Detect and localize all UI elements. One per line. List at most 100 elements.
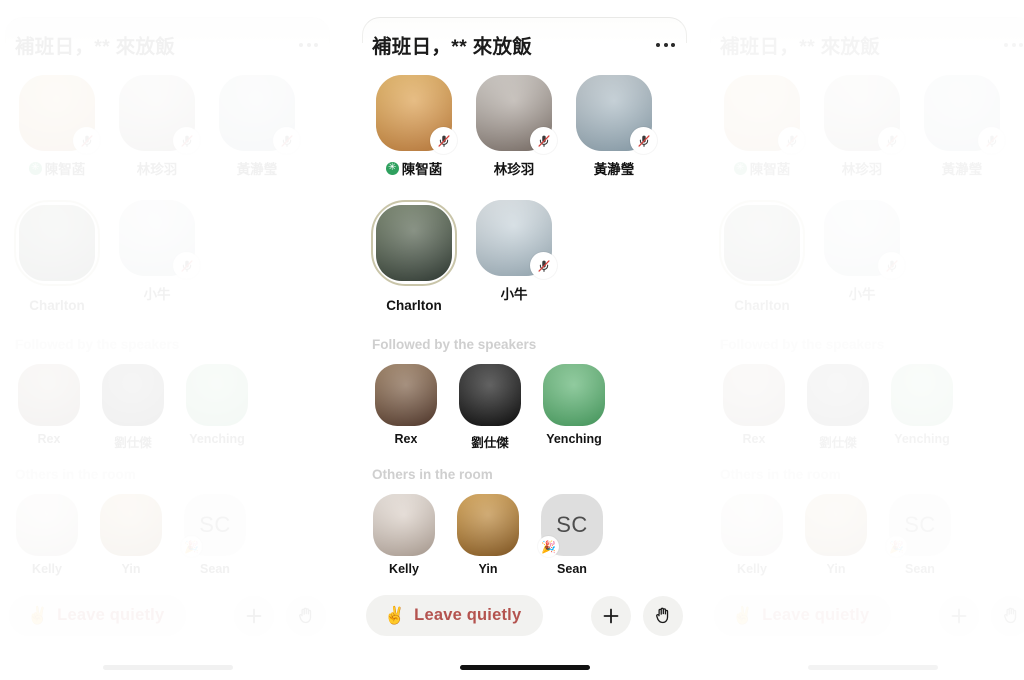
avatar-image [376, 205, 452, 281]
user-name-text: Charlton [386, 298, 442, 313]
user-name: Charlton [29, 298, 85, 313]
avatar-image [102, 364, 164, 426]
avatar [18, 364, 80, 426]
mic-muted-badge [878, 127, 905, 154]
more-horizontal-icon[interactable] [654, 37, 677, 53]
home-indicator [459, 665, 590, 670]
background-panel-right: 補班日，** 來放飯 ✳陳智菡 林珍羽 黃瀞瑩 Charlton 小牛 Followed… [700, 0, 1024, 680]
avatar-photo [723, 364, 785, 426]
user-cell[interactable]: Yenching [538, 364, 610, 451]
user-cell[interactable]: Kelly [13, 494, 81, 576]
user-name: 劉仕傑 [114, 432, 152, 451]
home-indicator-left [102, 665, 233, 670]
user-cell[interactable]: Yin [97, 494, 165, 576]
mic-muted-icon [180, 259, 193, 272]
user-cell[interactable]: Yenching [181, 364, 253, 451]
user-cell[interactable]: 劉仕傑 [454, 364, 526, 451]
mic-muted-badge [173, 252, 200, 279]
user-name: 小牛 [849, 283, 876, 303]
user-name-text: Rex [394, 432, 418, 446]
mic-muted-badge [978, 127, 1005, 154]
mic-muted-badge [530, 252, 557, 279]
speakers-grid: ✳ 陳智菡 林珍羽 黃瀞瑩 Charlton 小牛 [370, 75, 679, 335]
user-name-text: Yin [121, 562, 141, 576]
user-cell[interactable]: 小牛 [113, 200, 201, 313]
club-badge-icon: ✳ [733, 161, 747, 175]
avatar: SC🎉 [886, 494, 951, 557]
user-cell[interactable]: 林珍羽 [113, 75, 201, 178]
avatar-image [18, 364, 80, 426]
user-cell[interactable]: Yin [454, 494, 522, 576]
user-name: ✳陳智菡 [733, 158, 790, 178]
avatar [19, 75, 100, 154]
user-cell[interactable]: SC🎉 Sean [181, 494, 249, 576]
user-cell[interactable]: 劉仕傑 [97, 364, 169, 451]
leave-quietly-label-left: Leave quietly [57, 606, 165, 624]
add-people-button[interactable] [591, 595, 631, 636]
user-name: Rex [38, 432, 61, 446]
user-cell[interactable]: Rex [718, 364, 790, 451]
user-cell[interactable]: Charlton [718, 200, 806, 313]
room-body[interactable]: ✳ 陳智菡 林珍羽 黃瀞瑩 Charlton 小牛 Followed by the spe… [352, 75, 697, 587]
user-cell[interactable]: 黃瀞瑩 [213, 75, 301, 178]
user-name-text: Kelly [389, 562, 419, 576]
room-header-left: 補班日，** 來放飯 [0, 8, 340, 59]
avatar-photo [100, 494, 162, 556]
avatar [576, 75, 657, 154]
avatar: SC🎉 [181, 494, 246, 557]
user-cell[interactable]: Kelly [370, 494, 438, 576]
more-horizontal-icon-right [1002, 37, 1024, 53]
avatar [543, 364, 605, 426]
mic-muted-badge [273, 127, 300, 154]
avatar-initials: SC [556, 512, 588, 537]
user-cell[interactable]: Rex [13, 364, 85, 451]
avatar-photo [373, 494, 435, 556]
speakers-grid-left: ✳ 陳智菡 林珍羽 黃瀞瑩 Charlton 小牛 [13, 75, 322, 335]
user-cell[interactable]: 小牛 [818, 200, 906, 313]
user-name: Rex [743, 432, 766, 446]
bottom-bar-left: ✌️ Leave quietly [0, 595, 340, 636]
avatar-photo [805, 494, 867, 556]
user-name: Kelly [32, 562, 62, 576]
user-cell[interactable]: 劉仕傑 [802, 364, 874, 451]
avatar [824, 200, 905, 279]
avatar [459, 364, 521, 426]
user-cell[interactable]: Yin [802, 494, 870, 576]
avatar-photo [459, 364, 521, 426]
user-cell[interactable]: 小牛 [470, 200, 558, 313]
user-cell[interactable]: SC🎉 Sean [538, 494, 606, 576]
user-cell[interactable]: 林珍羽 [818, 75, 906, 178]
avatar-image [891, 364, 953, 426]
mic-muted-icon [537, 259, 550, 272]
avatar-image [724, 205, 800, 281]
user-cell[interactable]: 林珍羽 [470, 75, 558, 178]
club-badge-icon: ✳ [28, 161, 42, 175]
avatar [371, 200, 457, 291]
user-cell[interactable]: ✳陳智菡 [718, 75, 806, 178]
user-cell[interactable]: 黃瀞瑩 [918, 75, 1006, 178]
user-cell[interactable]: ✳陳智菡 [370, 75, 458, 178]
avatar [375, 364, 437, 426]
user-cell[interactable]: Charlton [13, 200, 101, 313]
user-cell[interactable]: 黃瀞瑩 [570, 75, 658, 178]
section-label-others-left: Others in the room [15, 467, 136, 482]
avatar-photo [376, 205, 452, 281]
speakers-grid-right: ✳陳智菡 林珍羽 黃瀞瑩 Charlton 小牛 [718, 75, 1024, 335]
raise-hand-button[interactable] [643, 595, 683, 636]
user-cell[interactable]: Yenching [886, 364, 958, 451]
user-name: 黃瀞瑩 [594, 158, 635, 178]
mic-muted-icon [885, 134, 898, 147]
avatar [924, 75, 1005, 154]
user-name-text: 劉仕傑 [114, 436, 152, 450]
user-name-text: Rex [743, 432, 766, 446]
user-cell[interactable]: Charlton [370, 200, 458, 313]
user-cell[interactable]: Rex [370, 364, 442, 451]
avatar [119, 200, 200, 279]
user-cell[interactable]: SC🎉 Sean [886, 494, 954, 576]
plus-icon [603, 608, 619, 623]
user-cell[interactable]: Kelly [718, 494, 786, 576]
leave-quietly-button[interactable]: ✌️ Leave quietly [366, 595, 544, 636]
user-cell[interactable]: ✳陳智菡 [13, 75, 101, 178]
others-grid-right: KellyYinSC🎉Sean🎉Walter [718, 494, 1024, 587]
user-name-text: Sean [905, 562, 935, 576]
